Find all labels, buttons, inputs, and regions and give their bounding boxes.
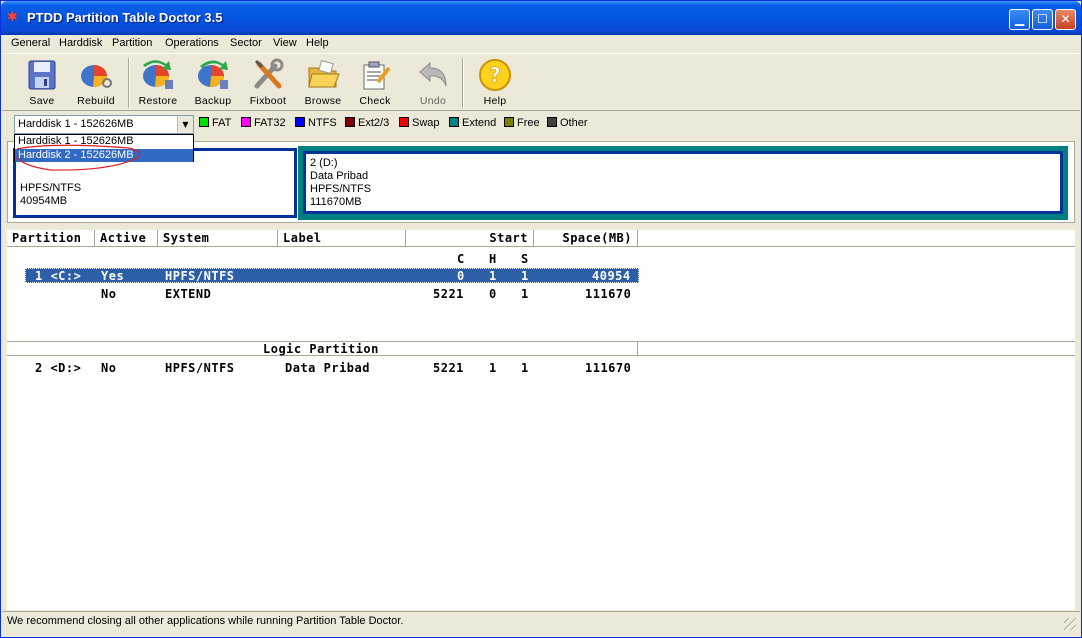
logic-partition-title: Logic Partition	[263, 342, 379, 356]
rebuild-button[interactable]: Rebuild	[68, 58, 124, 108]
extended-partition-block[interactable]: 2 (D:) Data Pribad HPFS/NTFS 111670MB	[298, 146, 1068, 220]
legend-fat32: FAT32	[241, 117, 286, 131]
ext23-swatch-icon	[345, 117, 355, 127]
disk-rebuild-icon	[81, 65, 112, 88]
fixboot-button[interactable]: Fixboot	[240, 58, 296, 108]
help-question-icon: ?	[479, 59, 511, 91]
col-header-partition[interactable]: Partition	[7, 230, 95, 247]
legend-extend: Extend	[449, 117, 496, 131]
fat32-swatch-icon	[241, 117, 251, 127]
disk-restore-icon	[143, 60, 173, 89]
minimize-icon: ▁	[1014, 12, 1025, 26]
app-window: ✱ PTDD Partition Table Doctor 3.5 ▁ ☐ ✕ …	[0, 0, 1082, 638]
app-logo-icon: ✱	[7, 10, 18, 25]
disk-backup-icon	[198, 60, 228, 89]
menu-operations[interactable]: Operations	[163, 35, 221, 53]
logic-partition-header: Logic Partition	[7, 341, 1075, 356]
partition-d-label: Data Pribad	[310, 170, 369, 182]
swap-swatch-icon	[399, 117, 409, 127]
legend-free: Free	[504, 117, 540, 131]
partition-table: Partition Active System Label Start Spac…	[7, 230, 1075, 610]
dropdown-option-harddisk-1[interactable]: Harddisk 1 - 152626MB	[15, 135, 193, 148]
col-header-start[interactable]: Start	[406, 230, 534, 247]
legend-other: Other	[547, 117, 588, 131]
floppy-save-icon	[28, 60, 56, 90]
save-button[interactable]: Save	[14, 58, 70, 108]
menu-help[interactable]: Help	[304, 35, 331, 53]
status-message: We recommend closing all other applicati…	[7, 615, 404, 627]
maximize-icon: ☐	[1037, 12, 1048, 26]
partition-c-size: 40954MB	[20, 195, 68, 207]
legend-swap: Swap	[399, 117, 440, 131]
col-header-active[interactable]: Active	[95, 230, 158, 247]
col-header-system[interactable]: System	[158, 230, 278, 247]
extend-swatch-icon	[449, 117, 459, 127]
help-button[interactable]: ? Help	[467, 58, 523, 108]
restore-button[interactable]: Restore	[130, 58, 186, 108]
clipboard-check-icon	[363, 61, 391, 90]
browse-button[interactable]: Browse	[295, 58, 351, 108]
fat-swatch-icon	[199, 117, 209, 127]
check-button[interactable]: Check	[347, 58, 403, 108]
menu-sector[interactable]: Sector	[228, 35, 264, 53]
partition-d-name: 2 (D:)	[310, 157, 338, 169]
partition-d-size: 111670MB	[310, 196, 362, 208]
menu-general[interactable]: General	[9, 35, 52, 53]
menu-view[interactable]: View	[271, 35, 299, 53]
menu-bar: General Harddisk Partition Operations Se…	[2, 35, 1080, 53]
partition-block-d[interactable]: 2 (D:) Data Pribad HPFS/NTFS 111670MB	[303, 151, 1063, 214]
resize-grip-icon[interactable]	[1064, 618, 1076, 630]
maximize-button[interactable]: ☐	[1032, 9, 1053, 30]
minimize-button[interactable]: ▁	[1009, 9, 1030, 30]
status-bar: We recommend closing all other applicati…	[2, 611, 1080, 633]
close-button[interactable]: ✕	[1055, 9, 1076, 30]
free-swatch-icon	[504, 117, 514, 127]
legend-ntfs: NTFS	[295, 117, 337, 131]
chevron-down-icon[interactable]: ▼	[177, 116, 193, 133]
title-bar[interactable]: ✱ PTDD Partition Table Doctor 3.5 ▁ ☐ ✕	[1, 1, 1081, 35]
undo-button[interactable]: Undo	[405, 58, 461, 108]
legend-fat: FAT	[199, 117, 231, 131]
toolbar-separator	[462, 58, 464, 108]
col-header-filler	[638, 230, 1075, 247]
harddisk-select[interactable]: Harddisk 1 - 152626MB ▼	[14, 115, 194, 134]
harddisk-dropdown-list: Harddisk 1 - 152626MB Harddisk 2 - 15262…	[14, 134, 194, 162]
partition-d-fs: HPFS/NTFS	[310, 183, 372, 195]
backup-button[interactable]: Backup	[185, 58, 241, 108]
toolbar: Save Rebuild Restore Backup Fixboot Brow…	[2, 53, 1080, 111]
dropdown-option-harddisk-2[interactable]: Harddisk 2 - 152626MB	[15, 149, 193, 162]
subheader-c: C	[457, 252, 465, 266]
svg-text:?: ?	[489, 63, 501, 87]
folder-browse-icon	[308, 60, 340, 88]
col-header-space[interactable]: Space(MB)	[534, 230, 638, 247]
harddisk-select-value: Harddisk 1 - 152626MB	[18, 118, 134, 130]
tools-fixboot-icon	[254, 58, 284, 89]
subheader-h: H	[489, 252, 497, 266]
col-header-label[interactable]: Label	[278, 230, 406, 247]
other-swatch-icon	[547, 117, 557, 127]
window-title: PTDD Partition Table Doctor 3.5	[27, 10, 223, 25]
close-icon: ✕	[1060, 12, 1071, 26]
ntfs-swatch-icon	[295, 117, 305, 127]
menu-partition[interactable]: Partition	[110, 35, 154, 53]
menu-harddisk[interactable]: Harddisk	[57, 35, 104, 53]
undo-arrow-icon	[419, 61, 447, 87]
subheader-s: S	[521, 252, 529, 266]
partition-c-fs: HPFS/NTFS	[20, 182, 82, 194]
legend-ext23: Ext2/3	[345, 117, 389, 131]
